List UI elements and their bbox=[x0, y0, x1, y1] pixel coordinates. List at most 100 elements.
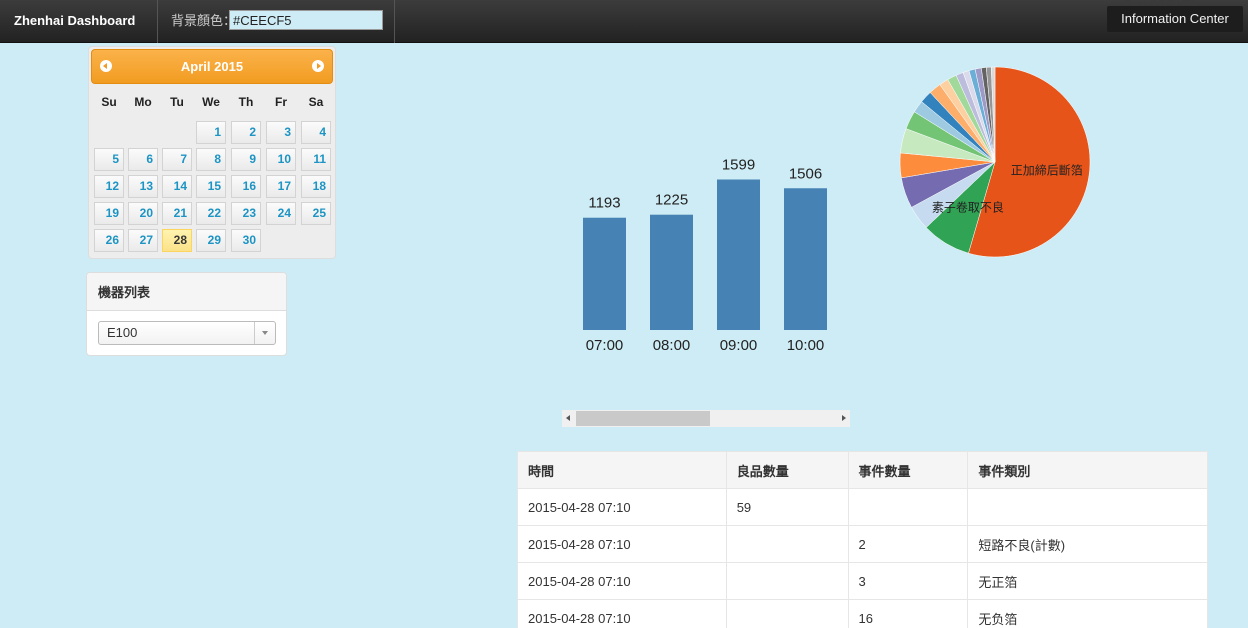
table-cell: 3 bbox=[847, 562, 969, 600]
date-picker-calendar: April 2015 Su Mo Tu We Th Fr Sa 1 2 3 4 5 6 7 8 9 10 11 12… bbox=[88, 46, 336, 259]
hourly-output-bar-chart: 1193 07:00 1225 08:00 1599 09:00 1506 10:00 bbox=[583, 157, 827, 354]
table-cell: 16 bbox=[847, 599, 969, 628]
calendar-day[interactable]: 6 bbox=[128, 148, 158, 171]
calendar-day[interactable]: 24 bbox=[266, 202, 296, 225]
table-cell: 2015-04-28 07:10 bbox=[517, 488, 727, 526]
weekday-header: Su bbox=[101, 95, 117, 109]
calendar-day[interactable]: 2 bbox=[231, 121, 261, 144]
chart-horizontal-scrollbar[interactable] bbox=[562, 410, 850, 427]
events-table: 時間 良品數量 事件數量 事件類別 2015-04-28 07:10 59 2015-04… bbox=[517, 451, 1208, 628]
x-axis-tick-label: 09:00 bbox=[720, 337, 758, 354]
calendar-day[interactable]: 30 bbox=[231, 229, 261, 252]
calendar-day[interactable]: 3 bbox=[266, 121, 296, 144]
machine-list-title: 機器列表 bbox=[98, 285, 151, 300]
scrollbar-thumb[interactable] bbox=[576, 411, 710, 426]
table-cell: 无正箔 bbox=[967, 562, 1208, 600]
table-cell: 2015-04-28 07:10 bbox=[517, 599, 727, 628]
bar-value-label: 1506 bbox=[789, 165, 822, 182]
weekday-header: Mo bbox=[134, 95, 152, 109]
calendar-header: April 2015 bbox=[91, 49, 333, 84]
top-navbar: Zhenhai Dashboard 背景顏色： Export CSV File … bbox=[0, 0, 1248, 43]
calendar-day[interactable]: 25 bbox=[301, 202, 331, 225]
pie-slice-label: 正加締后斷箔 bbox=[1011, 162, 1083, 177]
calendar-day[interactable]: 19 bbox=[94, 202, 124, 225]
calendar-day[interactable]: 22 bbox=[196, 202, 226, 225]
scroll-left-arrow-icon[interactable] bbox=[562, 410, 575, 427]
table-cell: 短路不良(計數) bbox=[967, 525, 1208, 563]
table-cell: 2015-04-28 07:10 bbox=[517, 562, 727, 600]
weekday-header: Sa bbox=[308, 95, 324, 109]
table-row[interactable]: 2015-04-28 07:10 2 短路不良(計數) bbox=[517, 525, 1208, 563]
bar[interactable] bbox=[583, 217, 626, 330]
bar-value-label: 1599 bbox=[722, 157, 755, 174]
calendar-day[interactable]: 4 bbox=[301, 121, 331, 144]
calendar-day[interactable]: 26 bbox=[94, 229, 124, 252]
x-axis-tick-label: 08:00 bbox=[653, 337, 691, 354]
calendar-day[interactable]: 13 bbox=[128, 175, 158, 198]
weekday-header: Th bbox=[238, 95, 254, 109]
background-color-label: 背景顏色： bbox=[171, 13, 237, 28]
calendar-day[interactable]: 12 bbox=[94, 175, 124, 198]
calendar-day-selected[interactable]: 28 bbox=[162, 229, 192, 252]
table-cell: 无负箔 bbox=[967, 599, 1208, 628]
scroll-right-arrow-icon[interactable] bbox=[837, 410, 850, 427]
calendar-day[interactable]: 29 bbox=[196, 229, 226, 252]
chevron-down-icon[interactable] bbox=[254, 322, 275, 344]
table-cell bbox=[725, 562, 849, 600]
calendar-day[interactable]: 14 bbox=[162, 175, 192, 198]
x-axis-tick-label: 07:00 bbox=[586, 337, 624, 354]
background-color-input[interactable] bbox=[229, 10, 383, 30]
bar[interactable] bbox=[784, 188, 827, 330]
table-cell bbox=[725, 599, 849, 628]
circle-chevron-right-icon[interactable] bbox=[312, 60, 324, 72]
x-axis-tick-label: 10:00 bbox=[787, 337, 825, 354]
calendar-day[interactable]: 11 bbox=[301, 148, 331, 171]
table-row[interactable]: 2015-04-28 07:10 59 bbox=[517, 488, 1208, 526]
calendar-day[interactable]: 17 bbox=[266, 175, 296, 198]
table-cell bbox=[967, 488, 1208, 526]
calendar-day[interactable]: 16 bbox=[231, 175, 261, 198]
table-cell bbox=[725, 525, 849, 563]
table-cell bbox=[847, 488, 969, 526]
bar[interactable] bbox=[717, 179, 760, 330]
weekday-header: Fr bbox=[275, 95, 287, 109]
calendar-day[interactable]: 27 bbox=[128, 229, 158, 252]
machine-select[interactable]: E100 bbox=[98, 321, 276, 345]
machine-list-header: 機器列表 bbox=[87, 273, 286, 311]
calendar-day[interactable]: 10 bbox=[266, 148, 296, 171]
information-center-button[interactable]: Information Center bbox=[1107, 6, 1243, 32]
calendar-day[interactable]: 1 bbox=[196, 121, 226, 144]
calendar-day[interactable]: 20 bbox=[128, 202, 158, 225]
pie-slice-label: 素子卷取不良 bbox=[932, 200, 1004, 215]
table-row[interactable]: 2015-04-28 07:10 3 无正箔 bbox=[517, 562, 1208, 600]
calendar-day[interactable]: 7 bbox=[162, 148, 192, 171]
table-cell: 59 bbox=[725, 488, 849, 526]
bar[interactable] bbox=[650, 214, 693, 330]
table-column-header[interactable]: 事件數量 bbox=[847, 451, 969, 489]
machine-select-value: E100 bbox=[107, 325, 138, 340]
table-column-header[interactable]: 時間 bbox=[517, 451, 727, 489]
table-column-header[interactable]: 事件類別 bbox=[967, 451, 1208, 489]
weekday-header: We bbox=[202, 95, 220, 109]
bar-value-label: 1225 bbox=[655, 192, 688, 209]
bar-value-label: 1193 bbox=[588, 195, 620, 212]
navbar-divider bbox=[157, 0, 158, 43]
navbar-divider bbox=[394, 0, 395, 43]
weekday-header: Tu bbox=[170, 95, 184, 109]
calendar-day[interactable]: 5 bbox=[94, 148, 124, 171]
calendar-day[interactable]: 23 bbox=[231, 202, 261, 225]
table-column-header[interactable]: 良品數量 bbox=[725, 451, 849, 489]
table-row[interactable]: 2015-04-28 07:10 16 无负箔 bbox=[517, 599, 1208, 628]
event-category-pie-chart: 正加締后斷箔素子卷取不良 bbox=[899, 66, 1091, 258]
calendar-month-title: April 2015 bbox=[180, 59, 244, 74]
table-body: 2015-04-28 07:10 59 2015-04-28 07:10 2 短路不良(… bbox=[517, 488, 1208, 628]
brand-title[interactable]: Zhenhai Dashboard bbox=[14, 0, 135, 43]
calendar-day[interactable]: 8 bbox=[196, 148, 226, 171]
calendar-day[interactable]: 18 bbox=[301, 175, 331, 198]
calendar-day[interactable]: 21 bbox=[162, 202, 192, 225]
table-cell: 2 bbox=[847, 525, 969, 563]
machine-list-panel: 機器列表 E100 bbox=[86, 272, 287, 356]
calendar-day[interactable]: 9 bbox=[231, 148, 261, 171]
calendar-day[interactable]: 15 bbox=[196, 175, 226, 198]
table-header-row: 時間 良品數量 事件數量 事件類別 bbox=[517, 451, 1208, 489]
